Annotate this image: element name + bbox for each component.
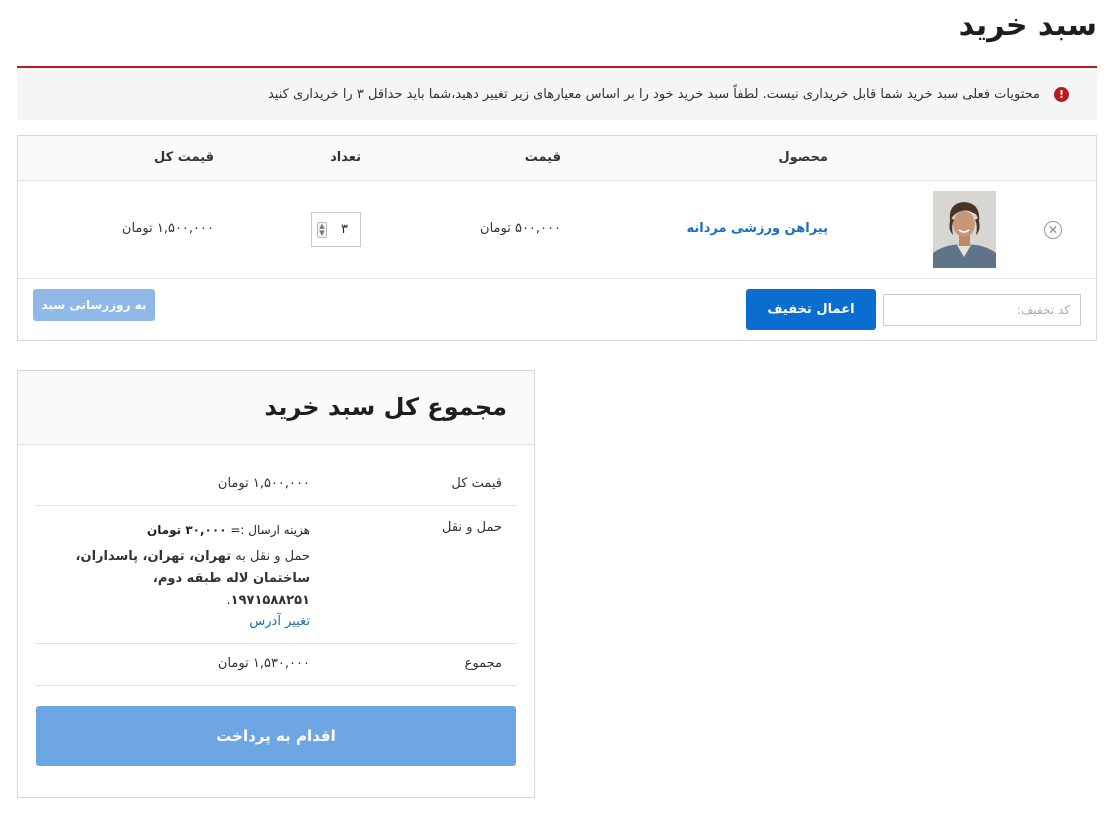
product-photo (933, 191, 996, 268)
product-name-link[interactable]: پیراهن ورزشی مردانه (686, 221, 828, 236)
notice-text: محتویات فعلی سبد خرید شما قابل خریداری ن… (267, 86, 1040, 102)
header-quantity: تعداد (330, 150, 361, 165)
subtotal-label: قیمت کل (451, 476, 502, 491)
quantity-stepper[interactable]: ۳ ▲ ▼ (311, 212, 361, 247)
totals-table: قیمت کل ۱,۵۰۰,۰۰۰ تومان حمل و نقل هزینه … (36, 445, 516, 686)
exclamation-icon: ! (1054, 86, 1069, 102)
shipping-destination-prefix: حمل و نقل به (235, 549, 310, 564)
unit-price: ۵۰۰,۰۰۰ تومان (480, 221, 561, 236)
shipping-method-label: هزینه ارسال := (230, 523, 310, 537)
header-subtotal: قیمت کل (154, 150, 214, 165)
shipping-method-value: ۳۰,۰۰۰ تومان (146, 523, 227, 537)
subtotal-row: قیمت کل ۱,۵۰۰,۰۰۰ تومان (36, 445, 516, 506)
cart-actions: اعمال تخفیف به روزرسانی سبد (18, 279, 1096, 340)
close-circle-icon[interactable]: ✕ (1044, 221, 1062, 239)
subtotal-value: ۱,۵۰۰,۰۰۰ تومان (217, 476, 310, 491)
error-notice: ! محتویات فعلی سبد خرید شما قابل خریداری… (17, 66, 1097, 120)
order-total-row: مجموع ۱,۵۳۰,۰۰۰ تومان (36, 644, 516, 686)
quantity-value: ۳ (341, 222, 348, 237)
page-title: سبد خرید (958, 8, 1097, 43)
totals-header: مجموع کل سبد خرید (18, 371, 534, 445)
checkout-button[interactable]: اقدام به پرداخت (36, 706, 516, 766)
coupon-input[interactable] (883, 294, 1081, 326)
shipping-method: هزینه ارسال := ۳۰,۰۰۰ تومان (147, 523, 310, 537)
header-price: قیمت (524, 150, 561, 165)
shipping-label: حمل و نقل (442, 520, 502, 535)
cart-totals: مجموع کل سبد خرید قیمت کل ۱,۵۰۰,۰۰۰ توما… (17, 370, 535, 798)
product-thumbnail[interactable] (933, 191, 996, 268)
shipping-destination: حمل و نقل به تهران، تهران، پاسداران، ساخ… (70, 546, 310, 612)
update-cart-button[interactable]: به روزرسانی سبد (33, 289, 155, 321)
total-value: ۱,۵۳۰,۰۰۰ تومان (217, 656, 310, 671)
header-product: محصول (778, 150, 828, 165)
line-subtotal: ۱,۵۰۰,۰۰۰ تومان (121, 221, 214, 236)
totals-title: مجموع کل سبد خرید (264, 393, 508, 421)
spinner-arrows-icon[interactable]: ▲ ▼ (317, 222, 327, 238)
shipping-row: حمل و نقل هزینه ارسال := ۳۰,۰۰۰ تومان حم… (36, 506, 516, 644)
total-label: مجموع (464, 656, 502, 671)
apply-coupon-button[interactable]: اعمال تخفیف (746, 289, 876, 330)
cart-table-header: محصول قیمت تعداد قیمت کل (18, 136, 1096, 181)
change-address-link[interactable]: تغییر آدرس (249, 614, 310, 629)
cart-item-row: ✕ پیراهن ورزشی مردانه ۵۰۰,۰۰۰ تومان ۳ ▲ ▼… (18, 181, 1096, 279)
cart-table: محصول قیمت تعداد قیمت کل ✕ پیراهن ورزشی … (17, 135, 1097, 341)
